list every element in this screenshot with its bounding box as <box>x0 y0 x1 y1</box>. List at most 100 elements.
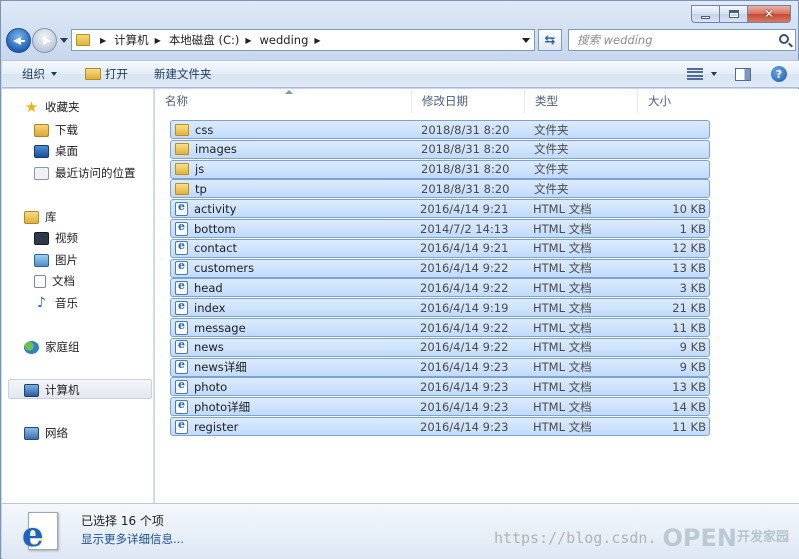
file-type: 文件夹 <box>534 142 569 157</box>
back-button[interactable] <box>6 28 31 53</box>
view-options-icon[interactable] <box>687 68 703 80</box>
help-icon[interactable]: ? <box>771 66 787 82</box>
close-button[interactable]: ✕ <box>747 5 791 23</box>
file-row[interactable]: register 2016/4/14 9:23 HTML 文档 11 KB <box>170 417 710 436</box>
file-name: css <box>195 122 214 137</box>
refresh-button[interactable]: ⇆ <box>538 29 562 51</box>
video-icon <box>34 231 49 245</box>
file-date: 2016/4/14 9:23 <box>420 399 509 414</box>
sidebar-label: 最近访问的位置 <box>55 166 136 180</box>
column-label: 名称 <box>165 94 188 108</box>
music-icon: ♪ <box>37 294 46 311</box>
file-size: 13 KB <box>672 261 706 276</box>
file-row[interactable]: customers 2016/4/14 9:22 HTML 文档 13 KB <box>170 258 710 278</box>
sidebar-item-network[interactable]: 网络 <box>24 425 68 441</box>
toolbar-right: ? <box>687 66 787 82</box>
sidebar-label: 音乐 <box>55 296 78 310</box>
recent-places-icon <box>34 166 49 180</box>
search-icon[interactable] <box>779 34 789 44</box>
file-row[interactable]: photo详细 2016/4/14 9:23 HTML 文档 14 KB <box>170 397 710 417</box>
breadcrumb-arrow-icon[interactable]: ▶ <box>314 36 320 45</box>
file-name: news详细 <box>194 360 247 375</box>
show-more-details-link[interactable]: 显示更多详细信息... <box>81 531 184 547</box>
file-row[interactable]: news详细 2016/4/14 9:23 HTML 文档 9 KB <box>170 357 710 377</box>
organize-menu[interactable]: 组织 <box>22 66 57 82</box>
column-header-size[interactable]: 大小 <box>638 89 713 113</box>
ie-html-icon <box>175 398 188 414</box>
sidebar-label: 计算机 <box>45 383 80 397</box>
new-folder-button[interactable]: 新建文件夹 <box>154 66 212 82</box>
file-row[interactable]: contact 2016/4/14 9:21 HTML 文档 12 KB <box>170 238 710 258</box>
column-header-name[interactable]: 名称 <box>155 89 412 113</box>
file-type: HTML 文档 <box>533 280 592 295</box>
open-button[interactable]: 打开 <box>85 66 128 82</box>
file-date: 2016/4/14 9:22 <box>420 340 509 355</box>
sidebar-item-documents[interactable]: 文档 <box>34 273 75 289</box>
sidebar-item-favorites[interactable]: ★ 收藏夹 <box>24 99 80 115</box>
sidebar-item-libraries[interactable]: 库 <box>24 209 57 225</box>
column-label: 修改日期 <box>422 94 468 108</box>
file-name: activity <box>194 201 237 216</box>
breadcrumb-arrow-icon[interactable]: ▶ <box>245 36 251 45</box>
search-input[interactable]: 搜索 wedding <box>568 29 796 51</box>
sidebar-item-homegroup[interactable]: 家庭组 <box>24 339 80 355</box>
address-bar[interactable]: ▶ 计算机 ▶ 本地磁盘 (C:) ▶ wedding ▶ <box>71 29 535 51</box>
file-name: news <box>194 340 224 355</box>
file-row[interactable]: index 2016/4/14 9:19 HTML 文档 21 KB <box>170 298 710 318</box>
breadcrumb-arrow-icon[interactable]: ▶ <box>155 36 161 45</box>
file-type: HTML 文档 <box>533 340 592 355</box>
maximize-button[interactable] <box>719 5 747 23</box>
watermark-url: https://blog.csdn. <box>493 529 657 547</box>
file-list: 名称 修改日期 类型 大小 css 2018/8/31 8:20 文件夹 image… <box>155 89 799 503</box>
sidebar-item-desktop[interactable]: 桌面 <box>34 143 78 159</box>
file-size: 9 KB <box>679 340 706 355</box>
network-icon <box>24 426 39 440</box>
sidebar-item-downloads[interactable]: 下载 <box>34 122 78 138</box>
pictures-icon <box>34 253 49 267</box>
recent-pages-dropdown[interactable] <box>60 38 68 43</box>
desktop-icon <box>34 144 49 158</box>
ie-html-icon <box>175 239 188 256</box>
preview-pane-icon[interactable] <box>735 67 751 81</box>
organize-label: 组织 <box>22 67 45 81</box>
breadcrumb-drive[interactable]: 本地磁盘 (C:) <box>169 32 240 48</box>
chevron-down-icon[interactable] <box>711 72 717 76</box>
file-type: HTML 文档 <box>533 360 592 375</box>
ie-html-icon <box>175 220 188 236</box>
file-type: HTML 文档 <box>533 201 592 216</box>
column-header-type[interactable]: 类型 <box>525 89 638 113</box>
sidebar-label: 文档 <box>52 274 75 288</box>
ie-document-icon: e <box>22 510 62 554</box>
file-row[interactable]: bottom 2014/7/2 14:13 HTML 文档 1 KB <box>170 219 710 238</box>
file-row[interactable]: images 2018/8/31 8:20 文件夹 <box>170 139 710 159</box>
file-date: 2018/8/31 8:20 <box>421 162 510 177</box>
document-icon <box>34 274 46 288</box>
breadcrumb-computer[interactable]: 计算机 <box>114 32 149 48</box>
file-date: 2018/8/31 8:20 <box>421 122 510 137</box>
folder-icon <box>76 34 90 46</box>
file-type: HTML 文档 <box>533 379 592 394</box>
open-label: 打开 <box>105 67 128 81</box>
file-row[interactable]: message 2016/4/14 9:22 HTML 文档 11 KB <box>170 318 710 337</box>
file-row[interactable]: activity 2016/4/14 9:21 HTML 文档 10 KB <box>170 199 710 219</box>
file-row[interactable]: head 2016/4/14 9:22 HTML 文档 3 KB <box>170 278 710 298</box>
address-dropdown-icon[interactable] <box>522 38 530 43</box>
breadcrumb-wedding[interactable]: wedding <box>260 33 309 47</box>
forward-button[interactable] <box>32 28 57 53</box>
sidebar-item-pictures[interactable]: 图片 <box>34 252 78 268</box>
file-row[interactable]: news 2016/4/14 9:22 HTML 文档 9 KB <box>170 337 710 357</box>
sidebar-label: 收藏夹 <box>45 100 80 114</box>
sidebar-item-music[interactable]: ♪ 音乐 <box>34 295 78 311</box>
sidebar-item-videos[interactable]: 视频 <box>34 230 78 246</box>
folder-icon <box>175 123 189 136</box>
minimize-icon <box>701 15 710 19</box>
minimize-button[interactable] <box>691 5 719 23</box>
file-row[interactable]: tp 2018/8/31 8:20 文件夹 <box>170 179 710 199</box>
file-row[interactable]: css 2018/8/31 8:20 文件夹 <box>170 120 710 139</box>
sidebar-item-computer[interactable]: 计算机 <box>24 382 80 398</box>
file-row[interactable]: js 2018/8/31 8:20 文件夹 <box>170 159 710 179</box>
breadcrumb-arrow-icon[interactable]: ▶ <box>100 36 106 45</box>
file-row[interactable]: photo 2016/4/14 9:23 HTML 文档 13 KB <box>170 377 710 397</box>
sidebar-item-recent[interactable]: 最近访问的位置 <box>34 165 136 181</box>
column-header-date[interactable]: 修改日期 <box>412 89 525 113</box>
